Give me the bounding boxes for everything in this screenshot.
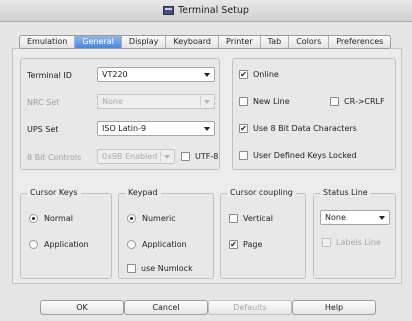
- vertical-checkbox[interactable]: Vertical: [229, 214, 273, 223]
- checkbox-box: [127, 264, 136, 273]
- tab-display[interactable]: Display: [122, 36, 167, 48]
- use-numlock-label: use Numlock: [141, 264, 193, 273]
- cursor-keys-application-radio[interactable]: Application: [29, 240, 89, 249]
- new-line-label: New Line: [253, 97, 290, 106]
- terminal-id-select[interactable]: VT220: [97, 67, 215, 82]
- cancel-button[interactable]: Cancel: [124, 300, 208, 315]
- cr-crlf-label: CR->CRLF: [344, 97, 385, 106]
- select-divider: [200, 96, 201, 107]
- status-line-select[interactable]: None: [320, 210, 390, 225]
- cursor-keys-title: Cursor Keys: [27, 188, 81, 197]
- terminal-id-label: Terminal ID: [27, 71, 72, 80]
- page-checkbox[interactable]: ✔ Page: [229, 240, 262, 249]
- ups-set-label: UPS Set: [27, 125, 59, 134]
- help-button[interactable]: Help: [292, 300, 376, 315]
- keypad-title: Keypad: [125, 188, 161, 197]
- use-8bit-label: Use 8 Bit Data Characters: [253, 124, 357, 133]
- keypad-group: Keypad Numeric Application use Numlock: [118, 188, 214, 279]
- terminal-id-value: VT220: [102, 70, 128, 79]
- checkbox-box: [239, 97, 248, 106]
- udk-locked-checkbox[interactable]: User Defined Keys Locked: [239, 151, 357, 160]
- cursor-coupling-group: Cursor coupling Vertical ✔ Page: [220, 188, 306, 279]
- checkbox-box: [181, 152, 190, 161]
- bit-controls-select[interactable]: 0x9B Enabled: [97, 149, 175, 164]
- keypad-numeric-radio[interactable]: Numeric: [127, 214, 176, 223]
- tab-colors[interactable]: Colors: [289, 36, 330, 48]
- labels-line-checkbox[interactable]: Labels Line: [322, 238, 381, 247]
- labels-line-label: Labels Line: [336, 238, 381, 247]
- tab-emulation[interactable]: Emulation: [20, 36, 76, 48]
- application-label: Application: [142, 240, 187, 249]
- cr-crlf-checkbox[interactable]: CR->CRLF: [330, 97, 385, 106]
- cursor-coupling-title: Cursor coupling: [227, 188, 296, 197]
- vertical-label: Vertical: [243, 214, 273, 223]
- application-label: Application: [44, 240, 89, 249]
- bit-controls-value: 0x9B Enabled: [102, 152, 158, 161]
- chevron-down-icon: [204, 73, 210, 77]
- select-divider: [160, 151, 161, 162]
- radio-dot: [29, 240, 38, 249]
- tab-printer[interactable]: Printer: [219, 36, 261, 48]
- numeric-label: Numeric: [142, 214, 176, 223]
- tab-preferences[interactable]: Preferences: [329, 36, 390, 48]
- defaults-button[interactable]: Defaults: [208, 300, 292, 315]
- checkbox-box: [322, 238, 331, 247]
- radio-dot: [29, 214, 38, 223]
- checkbox-box: [229, 214, 238, 223]
- tab-general[interactable]: General: [75, 36, 122, 48]
- checkbox-box: [330, 97, 339, 106]
- status-line-group: Status Line None Labels Line: [313, 188, 396, 279]
- radio-dot: [127, 240, 136, 249]
- ups-set-value: ISO Latin-9: [102, 124, 147, 133]
- checkmark-icon: ✔: [229, 239, 238, 249]
- window-title: Terminal Setup: [178, 5, 249, 16]
- nrc-set-select[interactable]: None: [97, 94, 215, 109]
- ok-button[interactable]: OK: [40, 300, 124, 315]
- checkbox-box: [239, 151, 248, 160]
- utf8-checkbox[interactable]: UTF-8: [181, 152, 218, 161]
- terminal-settings-group: Terminal ID VT220 NRC Set None UPS Set I…: [20, 58, 220, 170]
- chevron-down-icon: [379, 216, 385, 220]
- ups-set-select[interactable]: ISO Latin-9: [97, 121, 215, 136]
- use-numlock-checkbox[interactable]: use Numlock: [127, 264, 193, 273]
- terminal-window-icon: [163, 6, 175, 15]
- normal-label: Normal: [44, 214, 73, 223]
- utf8-label: UTF-8: [195, 152, 219, 161]
- status-line-title: Status Line: [320, 188, 371, 197]
- cursor-keys-normal-radio[interactable]: Normal: [29, 214, 73, 223]
- use-8bit-checkbox[interactable]: ✔ Use 8 Bit Data Characters: [239, 124, 357, 133]
- button-bar: OK Cancel Defaults Help: [0, 295, 412, 321]
- title-bar: Terminal Setup: [0, 0, 412, 22]
- nrc-set-label: NRC Set: [27, 98, 60, 107]
- tab-keyboard[interactable]: Keyboard: [166, 36, 220, 48]
- chevron-down-icon: [204, 127, 210, 131]
- radio-dot: [127, 214, 136, 223]
- page-label: Page: [243, 240, 263, 249]
- keypad-application-radio[interactable]: Application: [127, 240, 187, 249]
- options-group: ✔ Online New Line CR->CRLF ✔ Use 8 Bit D…: [232, 58, 396, 170]
- online-checkbox[interactable]: ✔ Online: [239, 70, 279, 79]
- status-line-value: None: [325, 213, 346, 222]
- checkmark-icon: ✔: [239, 69, 248, 79]
- bit-controls-label: 8 Bit Controls: [27, 153, 82, 162]
- chevron-down-icon: [204, 100, 210, 104]
- tab-tab[interactable]: Tab: [261, 36, 290, 48]
- online-label: Online: [253, 70, 279, 79]
- tab-bar: Emulation General Display Keyboard Print…: [19, 35, 392, 49]
- nrc-set-value: None: [102, 97, 123, 106]
- new-line-checkbox[interactable]: New Line: [239, 97, 290, 106]
- cursor-keys-group: Cursor Keys Normal Application: [20, 188, 112, 279]
- chevron-down-icon: [164, 155, 170, 159]
- checkmark-icon: ✔: [239, 123, 248, 133]
- general-panel: Terminal ID VT220 NRC Set None UPS Set I…: [12, 48, 402, 284]
- udk-locked-label: User Defined Keys Locked: [253, 151, 357, 160]
